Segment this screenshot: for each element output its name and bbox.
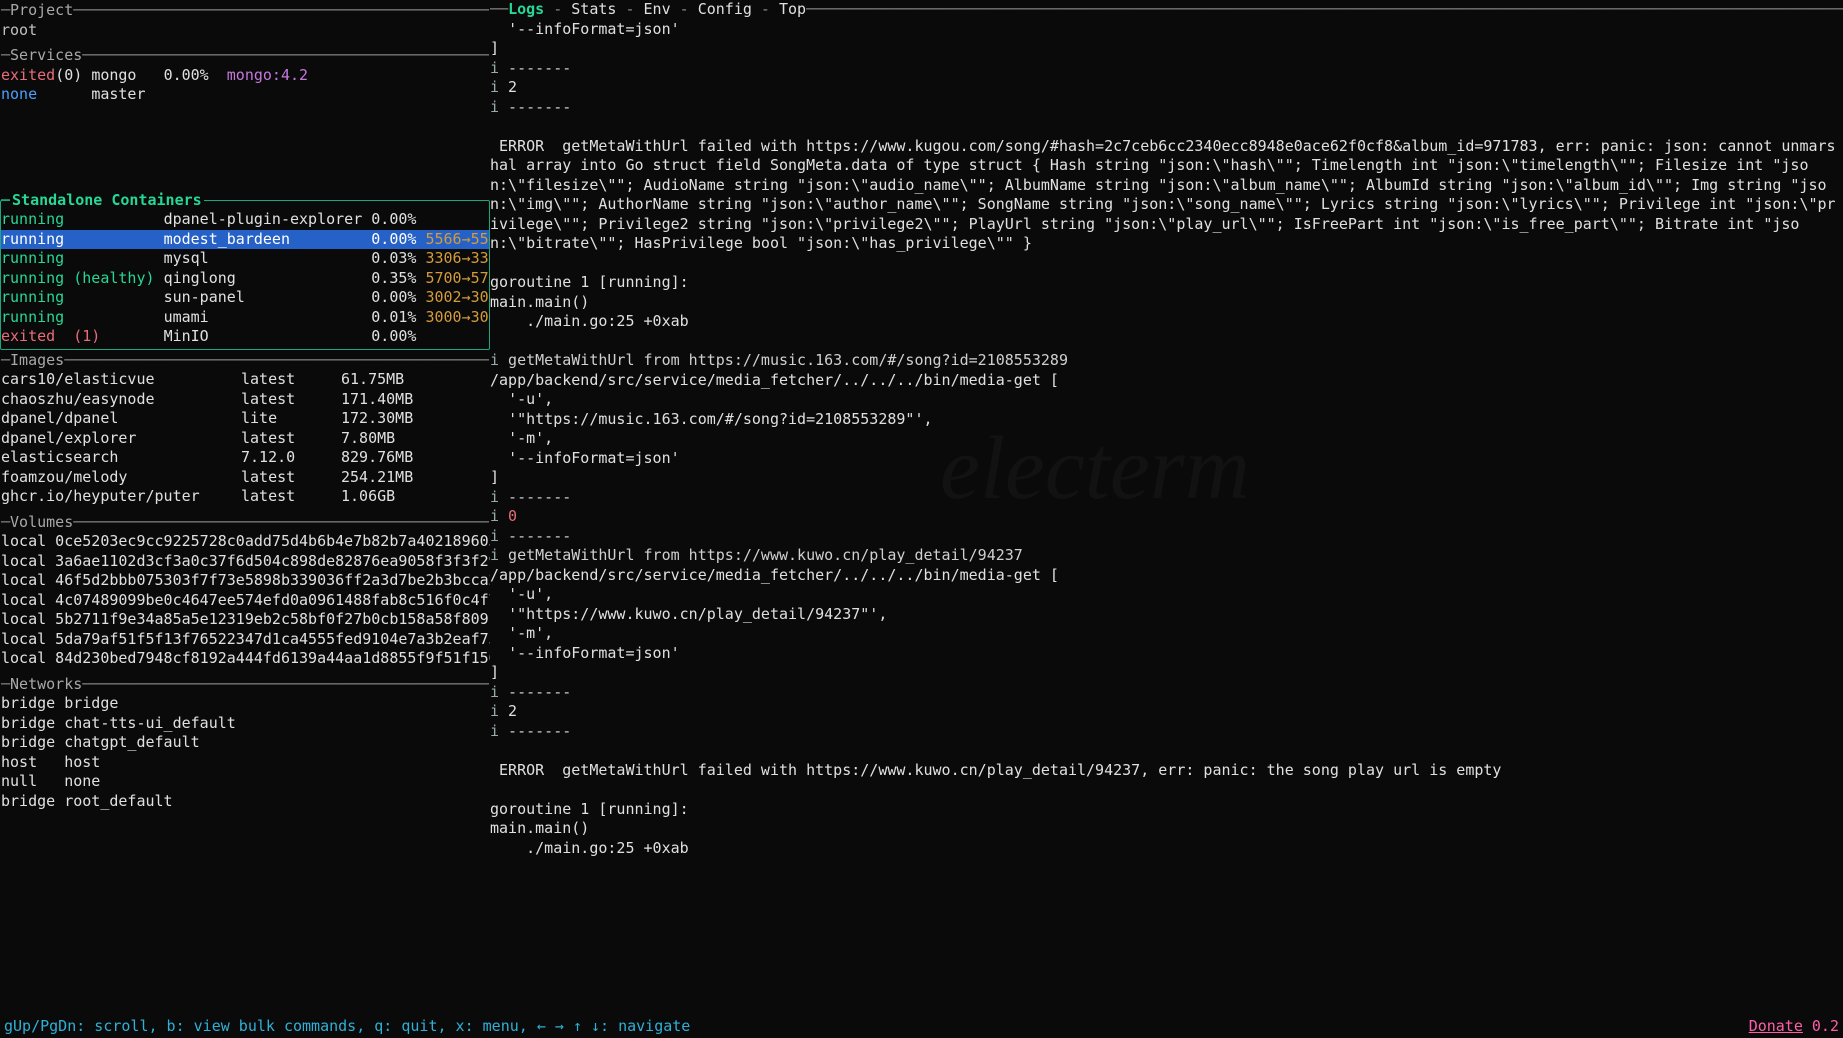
images-panel: ─Images─────────────────────────────────… xyxy=(0,350,490,508)
log-line: i ------- xyxy=(490,683,1843,703)
containers-title: Standalone Containers xyxy=(10,191,204,211)
container-row[interactable]: exited (1) MinIO 0.00% xyxy=(1,327,489,347)
project-root[interactable]: root xyxy=(1,21,489,41)
log-line: '--infoFormat=json' xyxy=(490,644,1843,664)
log-line: ./main.go:25 +0xab xyxy=(490,312,1843,332)
tab-logs[interactable]: Logs xyxy=(508,0,544,18)
log-line: i ------- xyxy=(490,527,1843,547)
project-panel: ─Project────────────────────────────────… xyxy=(0,0,490,41)
log-line: i 2 xyxy=(490,78,1843,98)
volume-row[interactable]: local 84d230bed7948cf8192a444fd6139a44aa… xyxy=(1,649,489,669)
footer: gUp/PgDn: scroll, b: view bulk commands,… xyxy=(0,1015,1843,1038)
network-row[interactable]: null none xyxy=(1,772,489,792)
services-title: Services xyxy=(10,46,82,66)
tab-config[interactable]: Config xyxy=(698,0,752,18)
log-line: ERROR getMetaWithUrl failed with https:/… xyxy=(490,137,1843,254)
log-line: i getMetaWithUrl from https://www.kuwo.c… xyxy=(490,546,1843,566)
service-row[interactable]: exited(0) mongo 0.00% mongo:4.2 xyxy=(1,66,489,86)
log-line xyxy=(490,254,1843,274)
log-line: main.main() xyxy=(490,293,1843,313)
container-row[interactable]: running modest_bardeen 0.00% 5566→5566/t… xyxy=(1,230,489,250)
log-line: i ------- xyxy=(490,98,1843,118)
tab-stats[interactable]: Stats xyxy=(571,0,616,18)
network-row[interactable]: bridge root_default xyxy=(1,792,489,812)
log-line: '--infoFormat=json' xyxy=(490,449,1843,469)
volume-row[interactable]: local 0ce5203ec9cc9225728c0add75d4b6b4e7… xyxy=(1,532,489,552)
log-line: main.main() xyxy=(490,819,1843,839)
image-row[interactable]: dpanel/explorerlatest7.80MB xyxy=(1,429,413,449)
image-row[interactable]: foamzou/melodylatest254.21MB xyxy=(1,468,413,488)
log-line: '-m', xyxy=(490,624,1843,644)
logs-view[interactable]: '--infoFormat=json']i -------i 2i ------… xyxy=(490,20,1843,859)
tab-env[interactable]: Env xyxy=(644,0,671,18)
networks-title: Networks xyxy=(10,675,82,695)
image-row[interactable]: ghcr.io/heyputer/puterlatest1.06GB xyxy=(1,487,413,507)
log-line: i 2 xyxy=(490,702,1843,722)
log-line xyxy=(490,741,1843,761)
log-line: i ------- xyxy=(490,488,1843,508)
container-row[interactable]: running sun-panel 0.00% 3002→3002/tcp, :… xyxy=(1,288,489,308)
log-line: /app/backend/src/service/media_fetcher/.… xyxy=(490,566,1843,586)
right-tabs: ──Logs - Stats - Env - Config - Top─────… xyxy=(490,0,1843,20)
container-row[interactable]: running dpanel-plugin-explorer 0.00% xyxy=(1,210,489,230)
log-line: ] xyxy=(490,468,1843,488)
log-line: '-u', xyxy=(490,390,1843,410)
volume-row[interactable]: local 5da79af51f5f13f76522347d1ca4555fed… xyxy=(1,630,489,650)
log-line: '"https://music.163.com/#/song?id=210855… xyxy=(490,410,1843,430)
log-line xyxy=(490,332,1843,352)
donate-link[interactable]: Donate xyxy=(1749,1017,1803,1035)
footer-hint: gUp/PgDn: scroll, b: view bulk commands,… xyxy=(4,1017,690,1037)
project-title: Project xyxy=(10,1,73,21)
log-line: i ------- xyxy=(490,722,1843,742)
tab-top[interactable]: Top xyxy=(779,0,806,18)
network-row[interactable]: bridge bridge xyxy=(1,694,489,714)
log-line: /app/backend/src/service/media_fetcher/.… xyxy=(490,371,1843,391)
log-line: '-m', xyxy=(490,429,1843,449)
network-row[interactable]: host host xyxy=(1,753,489,773)
log-line xyxy=(490,117,1843,137)
log-line: ] xyxy=(490,663,1843,683)
log-line: '-u', xyxy=(490,585,1843,605)
service-row[interactable]: none master xyxy=(1,85,489,105)
log-line: ERROR getMetaWithUrl failed with https:/… xyxy=(490,761,1843,781)
volume-row[interactable]: local 4c07489099be0c4647ee574efd0a096148… xyxy=(1,591,489,611)
container-row[interactable]: running umami 0.01% 3000→3000/tcp, :::30 xyxy=(1,308,489,328)
image-row[interactable]: cars10/elasticvuelatest61.75MB xyxy=(1,370,413,390)
log-line: ./main.go:25 +0xab xyxy=(490,839,1843,859)
log-line: i 0 xyxy=(490,507,1843,527)
image-row[interactable]: dpanel/dpanellite172.30MB xyxy=(1,409,413,429)
volume-row[interactable]: local 3a6ae1102d3cf3a0c37f6d504c898de828… xyxy=(1,552,489,572)
log-line: ] xyxy=(490,39,1843,59)
network-row[interactable]: bridge chatgpt_default xyxy=(1,733,489,753)
volume-row[interactable]: local 5b2711f9e34a85a5e12319eb2c58bf0f27… xyxy=(1,610,489,630)
image-row[interactable]: chaoszhu/easynodelatest171.40MB xyxy=(1,390,413,410)
networks-panel: ─Networks───────────────────────────────… xyxy=(0,674,490,813)
images-title: Images xyxy=(10,351,64,371)
log-line xyxy=(490,780,1843,800)
volume-row[interactable]: local 46f5d2bbb075303f7f73e5898b339036ff… xyxy=(1,571,489,591)
container-row[interactable]: running mysql 0.03% 3306→3306/tcp, :::33 xyxy=(1,249,489,269)
log-line: '--infoFormat=json' xyxy=(490,20,1843,40)
log-line: '"https://www.kuwo.cn/play_detail/94237"… xyxy=(490,605,1843,625)
volumes-panel: ─Volumes────────────────────────────────… xyxy=(0,512,490,670)
image-row[interactable]: elasticsearch7.12.0829.76MB xyxy=(1,448,413,468)
log-line: goroutine 1 [running]: xyxy=(490,800,1843,820)
log-line: goroutine 1 [running]: xyxy=(490,273,1843,293)
container-row[interactable]: running (healthy) qinglong 0.35% 5700→57… xyxy=(1,269,489,289)
log-line: i getMetaWithUrl from https://music.163.… xyxy=(490,351,1843,371)
volumes-title: Volumes xyxy=(10,513,73,533)
log-line: i ------- xyxy=(490,59,1843,79)
services-panel: ─Services───────────────────────────────… xyxy=(0,45,490,106)
version-label: 0.2 xyxy=(1812,1017,1839,1035)
network-row[interactable]: bridge chat-tts-ui_default xyxy=(1,714,489,734)
containers-panel: ─Standalone Containers running dpanel-pl… xyxy=(0,200,490,350)
